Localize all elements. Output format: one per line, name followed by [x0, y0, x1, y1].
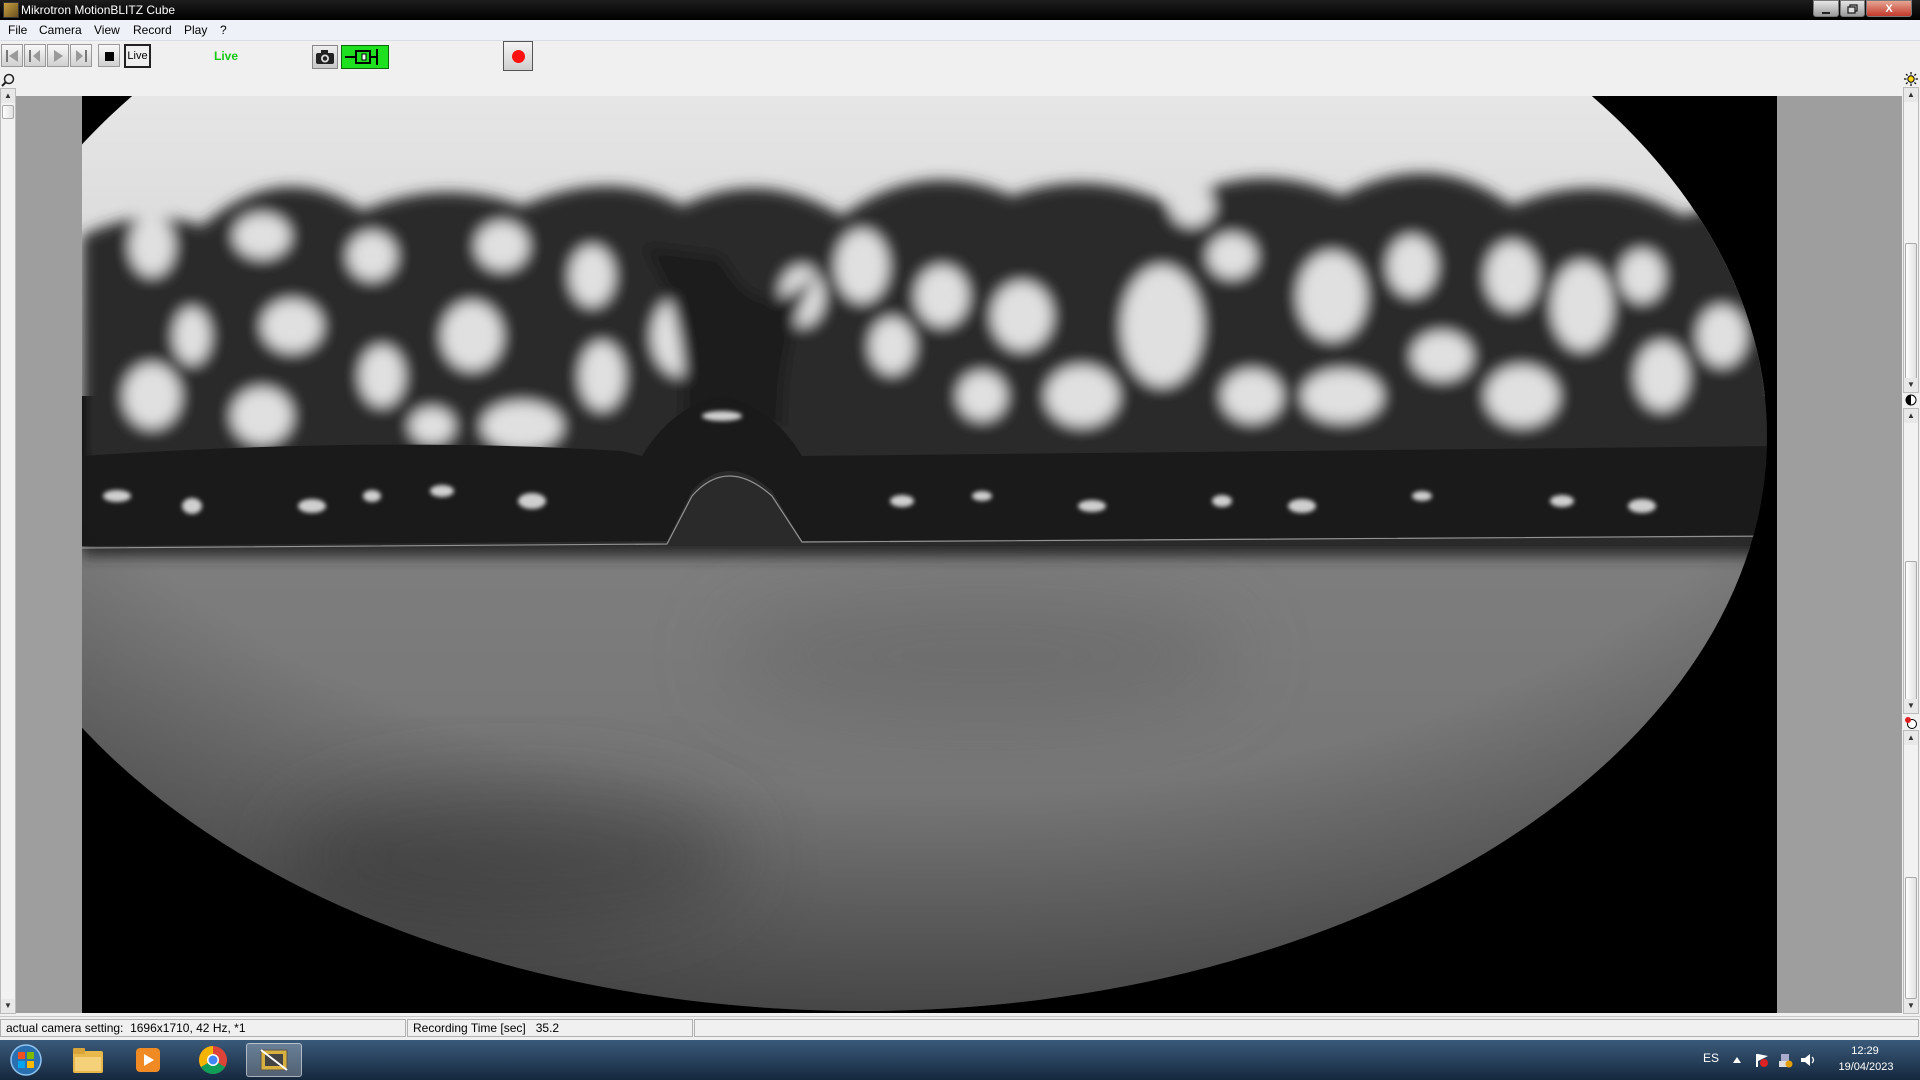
clock-time[interactable]: 12:29: [1840, 1045, 1890, 1057]
camera-frame-graphic: [82, 96, 1777, 1013]
title-bar: Mikrotron MotionBLITZ Cube X: [0, 0, 1920, 20]
close-icon: X: [1885, 3, 1893, 15]
record-button[interactable]: [503, 41, 533, 71]
contrast-slider-thumb[interactable]: [1905, 561, 1917, 703]
camera-setting-value: 1696x1710, 42 Hz, *1: [130, 1021, 246, 1035]
taskbar: ES 12:29 19/04/2023: [0, 1040, 1920, 1080]
minimize-icon: [1822, 12, 1830, 14]
maximize-button[interactable]: [1840, 0, 1865, 17]
stop-button[interactable]: [98, 44, 120, 67]
taskbar-media-player[interactable]: [124, 1043, 174, 1077]
brightness-up-arrow-icon[interactable]: ▲: [1904, 88, 1918, 102]
language-indicator[interactable]: ES: [1703, 1051, 1719, 1065]
play-icon: [54, 50, 63, 62]
show-hidden-icons-icon[interactable]: [1732, 1055, 1742, 1065]
gain-icon: [1905, 717, 1917, 729]
snapshot-button[interactable]: [312, 45, 338, 69]
clock-date[interactable]: 19/04/2023: [1831, 1061, 1901, 1073]
close-button[interactable]: X: [1866, 0, 1912, 17]
folder-icon: [73, 1048, 103, 1073]
step-forward-button[interactable]: [70, 44, 92, 67]
minimize-button[interactable]: [1813, 0, 1839, 17]
contrast-slider[interactable]: ▲ ▼: [1903, 408, 1919, 714]
step-forward-icon: [76, 50, 87, 62]
gain-slider[interactable]: ▲ ▼: [1903, 730, 1919, 1014]
restore-icon: [1847, 4, 1858, 14]
window-title: Mikrotron MotionBLITZ Cube: [21, 3, 176, 17]
taskbar-motionblitz[interactable]: [246, 1043, 302, 1077]
menu-help[interactable]: ?: [220, 23, 227, 37]
volume-icon[interactable]: [1800, 1052, 1816, 1068]
media-player-icon: [136, 1048, 160, 1072]
motionblitz-app-icon: [260, 1049, 288, 1071]
gain-up-arrow-icon[interactable]: ▲: [1904, 731, 1918, 745]
record-icon: [512, 50, 525, 63]
brightness-down-arrow-icon[interactable]: ▼: [1904, 378, 1918, 392]
menu-play[interactable]: Play: [184, 23, 207, 37]
play-button[interactable]: [47, 44, 69, 67]
taskbar-explorer[interactable]: [63, 1043, 113, 1077]
toolbar: Live Live: [0, 41, 1920, 71]
camera-setting-pane: actual camera setting: 1696x1710, 42 Hz,…: [0, 1019, 406, 1037]
network-icon[interactable]: [1777, 1052, 1793, 1068]
menu-camera[interactable]: Camera: [39, 23, 82, 37]
taskbar-chrome[interactable]: [188, 1043, 238, 1077]
live-status-label: Live: [214, 49, 239, 63]
trigger-connector-icon: [345, 49, 378, 65]
scroll-up-arrow-icon[interactable]: ▲: [1, 89, 15, 103]
gain-slider-thumb[interactable]: [1905, 877, 1917, 999]
contrast-icon: [1905, 394, 1917, 406]
camera-setting-label: actual camera setting:: [6, 1021, 124, 1035]
status-empty-pane: [694, 1019, 1919, 1037]
brightness-slider[interactable]: ▲ ▼: [1903, 87, 1919, 393]
zoom-icon[interactable]: [1, 73, 15, 87]
start-button[interactable]: [4, 1043, 48, 1077]
camera-icon: [316, 50, 334, 64]
status-bar: actual camera setting: 1696x1710, 42 Hz,…: [0, 1016, 1920, 1039]
skip-to-start-button[interactable]: [1, 44, 23, 67]
camera-live-image: [82, 96, 1777, 1013]
brightness-slider-thumb[interactable]: [1905, 243, 1917, 385]
recording-time-label: Recording Time [sec]: [413, 1021, 526, 1035]
scroll-thumb[interactable]: [2, 105, 14, 119]
chrome-icon: [199, 1046, 227, 1074]
trigger-button[interactable]: [341, 45, 389, 69]
stop-icon: [105, 52, 114, 61]
gain-down-arrow-icon[interactable]: ▼: [1904, 999, 1918, 1013]
step-back-icon: [29, 50, 40, 62]
menu-file[interactable]: File: [8, 23, 27, 37]
live-button[interactable]: Live: [124, 44, 151, 68]
menu-view[interactable]: View: [94, 23, 120, 37]
recording-time-value: 35.2: [535, 1021, 560, 1035]
scroll-down-arrow-icon[interactable]: ▼: [1, 999, 15, 1013]
menu-bar: File Camera View Record Play ?: [0, 20, 1920, 41]
skip-start-icon: [6, 50, 18, 62]
brightness-icon: [1904, 72, 1918, 86]
left-vertical-scrollbar[interactable]: ▲ ▼: [0, 88, 16, 1014]
menu-record[interactable]: Record: [133, 23, 172, 37]
windows-start-icon: [10, 1044, 42, 1076]
contrast-down-arrow-icon[interactable]: ▼: [1904, 699, 1918, 713]
image-viewport[interactable]: [16, 96, 1902, 1013]
action-center-flag-icon[interactable]: [1753, 1052, 1769, 1068]
contrast-up-arrow-icon[interactable]: ▲: [1904, 409, 1918, 423]
recording-time-pane: Recording Time [sec] 35.2: [407, 1019, 693, 1037]
app-icon: [3, 2, 19, 18]
step-back-button[interactable]: [24, 44, 46, 67]
